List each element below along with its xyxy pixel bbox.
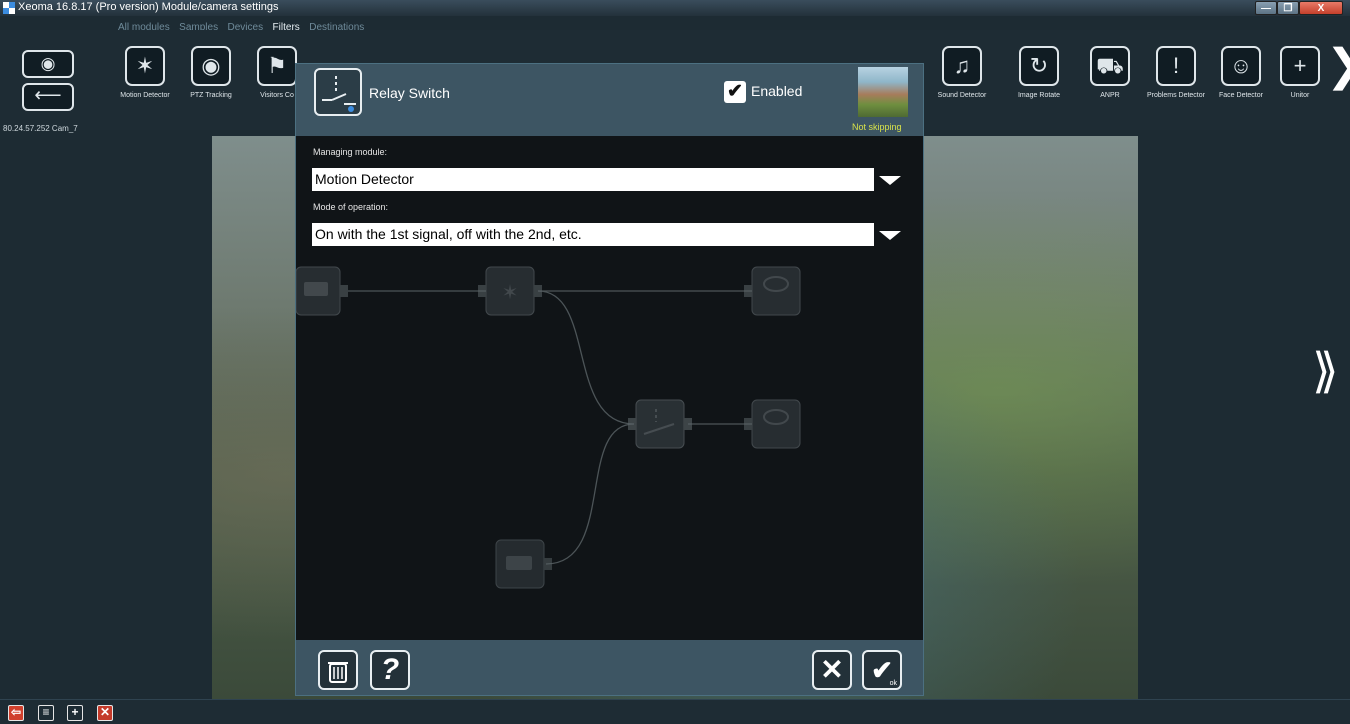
module-problems-detector[interactable]: ! Problems Detector	[1143, 46, 1209, 100]
camera-node-icon	[296, 266, 348, 316]
app-logo-icon	[3, 2, 15, 14]
managing-module-select[interactable]: Motion Detector	[312, 168, 874, 191]
ok-small-label: ok	[889, 680, 897, 687]
camera-preview-thumbnail[interactable]	[858, 67, 908, 117]
module-image-rotate[interactable]: ↻ Image Rotate	[1006, 46, 1072, 100]
motion-detector-node-icon: ✶	[478, 266, 542, 316]
bottom-bar: ⇦ ≡ + ✕	[0, 699, 1350, 724]
preview-node-icon-top	[744, 266, 801, 316]
second-camera-node-icon	[495, 539, 552, 589]
relay-switch-dialog: Relay Switch ✔ Enabled Not skipping Mana…	[295, 63, 924, 696]
svg-text:✶: ✶	[502, 280, 519, 304]
module-ptz-tracking[interactable]: ◉ PTZ Tracking	[178, 46, 244, 100]
managing-module-label: Managing module:	[313, 147, 388, 157]
mode-of-operation-dropdown-icon[interactable]	[879, 231, 901, 240]
list-view-icon[interactable]: ≡	[38, 705, 54, 721]
ok-button[interactable]: ✔ ok	[862, 650, 902, 690]
problems-detector-icon: !	[1156, 46, 1196, 86]
face-detector-icon: ☺	[1221, 46, 1261, 86]
help-button[interactable]: ?	[370, 650, 410, 690]
motion-detector-icon: ✶	[125, 46, 165, 86]
skip-status-text: Not skipping	[852, 122, 902, 132]
visitors-counter-icon: ⚑	[257, 46, 297, 86]
back-button[interactable]: ⟵	[22, 83, 74, 111]
add-camera-icon[interactable]: +	[67, 705, 83, 721]
module-chain-graph: ✶	[296, 266, 801, 589]
enabled-checkbox[interactable]: ✔	[724, 81, 746, 103]
exit-icon[interactable]: ⇦	[8, 705, 24, 721]
image-rotate-icon: ↻	[1019, 46, 1059, 86]
preview-node-icon-bottom	[744, 399, 801, 449]
window-title: Xeoma 16.8.17 (Pro version) Module/camer…	[18, 1, 279, 13]
dialog-header: Relay Switch ✔ Enabled Not skipping	[296, 64, 923, 136]
delete-module-button[interactable]	[318, 650, 358, 690]
car-icon: ⛟	[1090, 46, 1130, 86]
enabled-label: Enabled	[751, 83, 803, 99]
next-camera-icon[interactable]: ⟫	[1312, 348, 1339, 396]
title-bar: Xeoma 16.8.17 (Pro version) Module/camer…	[0, 0, 1350, 16]
module-unitor[interactable]: + Unitor	[1272, 46, 1328, 100]
trash-icon	[328, 662, 348, 683]
toolbar-scroll-right-icon[interactable]: ❯	[1326, 44, 1350, 88]
maximize-button[interactable]: ❐	[1277, 1, 1299, 15]
module-motion-detector[interactable]: ✶ Motion Detector	[112, 46, 178, 100]
relay-switch-node-icon	[628, 399, 692, 449]
unitor-icon: +	[1280, 46, 1320, 86]
minimize-button[interactable]: —	[1255, 1, 1277, 15]
module-sound-detector[interactable]: ♫ Sound Detector	[929, 46, 995, 100]
module-anpr[interactable]: ⛟ ANPR	[1077, 46, 1143, 100]
mode-of-operation-select[interactable]: On with the 1st signal, off with the 2nd…	[312, 223, 874, 246]
managing-module-dropdown-icon[interactable]	[879, 176, 901, 185]
dialog-title: Relay Switch	[369, 85, 450, 101]
view-eye-button[interactable]: ◉	[22, 50, 74, 78]
close-window-button[interactable]: X	[1299, 1, 1343, 15]
cancel-button[interactable]: ✕	[812, 650, 852, 690]
module-category-tabs: All modules Samples Devices Filters Dest…	[118, 17, 369, 33]
remove-camera-icon[interactable]: ✕	[97, 705, 113, 721]
module-face-detector[interactable]: ☺ Face Detector	[1208, 46, 1274, 100]
ptz-tracking-icon: ◉	[191, 46, 231, 86]
sound-detector-icon: ♫	[942, 46, 982, 86]
camera-name-label: 80.24.57.252 Cam_7	[3, 124, 78, 133]
dialog-footer: ? ✕ ✔ ok	[296, 640, 923, 695]
mode-of-operation-label: Mode of operation:	[313, 202, 389, 212]
relay-switch-icon	[314, 68, 362, 116]
